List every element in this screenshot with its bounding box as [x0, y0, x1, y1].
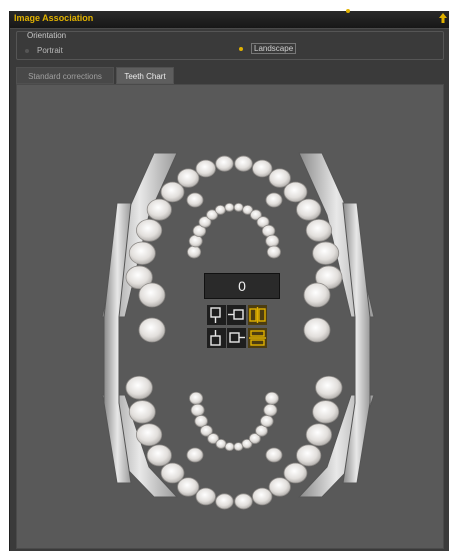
lower-outer-tooth[interactable]	[305, 423, 332, 447]
upper-outer-tooth[interactable]	[177, 168, 200, 188]
title-bar[interactable]: Image Association	[10, 9, 449, 29]
teeth-chart-panel: 0	[16, 84, 444, 549]
premolar-tooth[interactable]	[186, 192, 204, 208]
lower-outer-tooth[interactable]	[296, 444, 322, 467]
tab-standard-corrections[interactable]: Standard corrections	[16, 67, 114, 84]
lower-single-icon[interactable]	[207, 328, 226, 348]
upper-inner-tooth[interactable]	[265, 234, 280, 248]
lower-outer-tooth[interactable]	[125, 375, 153, 400]
lower-outer-tooth[interactable]	[283, 462, 308, 484]
portrait-label: Portrait	[37, 46, 63, 55]
lower-outer-tooth[interactable]	[268, 477, 291, 497]
molar-tooth[interactable]	[138, 282, 166, 308]
lower-inner-tooth[interactable]	[224, 442, 235, 452]
lower-outer-tooth[interactable]	[252, 487, 273, 506]
lower-outer-tooth[interactable]	[136, 423, 163, 447]
premolar-tooth[interactable]	[265, 192, 283, 208]
upper-inner-tooth[interactable]	[187, 245, 202, 259]
upper-mirror-icon[interactable]	[248, 305, 267, 325]
lower-outer-tooth[interactable]	[195, 487, 216, 506]
upper-inner-tooth[interactable]	[214, 204, 226, 215]
lower-outer-tooth[interactable]	[160, 462, 185, 484]
portrait-radio[interactable]: Portrait	[25, 46, 63, 55]
upper-inner-tooth[interactable]	[266, 245, 281, 259]
lower-flip-icon[interactable]	[248, 328, 267, 348]
lower-inner-tooth[interactable]	[190, 403, 205, 417]
orientation-group: Orientation Portrait Landscape	[16, 31, 444, 60]
upper-outer-tooth[interactable]	[252, 159, 273, 178]
upper-outer-tooth[interactable]	[136, 218, 163, 242]
lower-inner-tooth[interactable]	[215, 438, 227, 449]
lower-outer-tooth[interactable]	[146, 444, 172, 467]
lower-inner-tooth[interactable]	[260, 415, 274, 428]
collapse-arrow-icon[interactable]	[439, 13, 447, 26]
lower-horizontal-icon[interactable]	[227, 328, 246, 348]
upper-outer-tooth[interactable]	[296, 198, 322, 221]
upper-inner-tooth[interactable]	[233, 202, 244, 212]
window-title: Image Association	[14, 13, 94, 23]
upper-outer-tooth[interactable]	[195, 159, 216, 178]
upper-outer-tooth[interactable]	[312, 241, 340, 265]
upper-outer-tooth[interactable]	[128, 241, 156, 265]
landscape-radio[interactable]: Landscape	[239, 43, 297, 54]
lower-outer-tooth[interactable]	[315, 375, 343, 400]
molar-tooth[interactable]	[303, 317, 331, 343]
upper-outer-tooth[interactable]	[160, 181, 185, 203]
image-association-window: Image Association Orientation Portrait L…	[9, 9, 449, 551]
lower-inner-tooth[interactable]	[189, 391, 204, 405]
upper-outer-tooth[interactable]	[146, 198, 172, 221]
landscape-label: Landscape	[251, 43, 297, 54]
tab-teeth-chart[interactable]: Teeth Chart	[116, 67, 174, 84]
upper-single-icon[interactable]	[207, 305, 226, 325]
resize-grip-icon	[346, 9, 350, 13]
tooth-count-display: 0	[204, 273, 280, 299]
upper-inner-tooth[interactable]	[188, 234, 203, 248]
upper-outer-tooth[interactable]	[215, 155, 234, 172]
molar-tooth[interactable]	[303, 282, 331, 308]
upper-outer-tooth[interactable]	[234, 155, 253, 172]
lower-outer-tooth[interactable]	[312, 400, 340, 424]
lower-outer-tooth[interactable]	[215, 493, 234, 510]
lower-inner-tooth[interactable]	[264, 391, 279, 405]
radio-selected-icon	[239, 46, 243, 51]
upper-inner-tooth[interactable]	[224, 202, 235, 212]
upper-outer-tooth[interactable]	[268, 168, 291, 188]
radio-unselected-icon	[25, 48, 29, 53]
upper-outer-tooth[interactable]	[305, 218, 332, 242]
premolar-tooth[interactable]	[186, 447, 204, 463]
molar-tooth[interactable]	[138, 317, 166, 343]
orientation-label: Orientation	[27, 31, 67, 40]
lower-outer-tooth[interactable]	[128, 400, 156, 424]
premolar-tooth[interactable]	[265, 447, 283, 463]
lower-inner-tooth[interactable]	[233, 442, 244, 452]
lower-outer-tooth[interactable]	[234, 493, 253, 510]
lower-inner-tooth[interactable]	[263, 403, 278, 417]
lower-outer-tooth[interactable]	[177, 477, 200, 497]
upper-horizontal-icon[interactable]	[227, 305, 246, 325]
upper-outer-tooth[interactable]	[283, 181, 308, 203]
